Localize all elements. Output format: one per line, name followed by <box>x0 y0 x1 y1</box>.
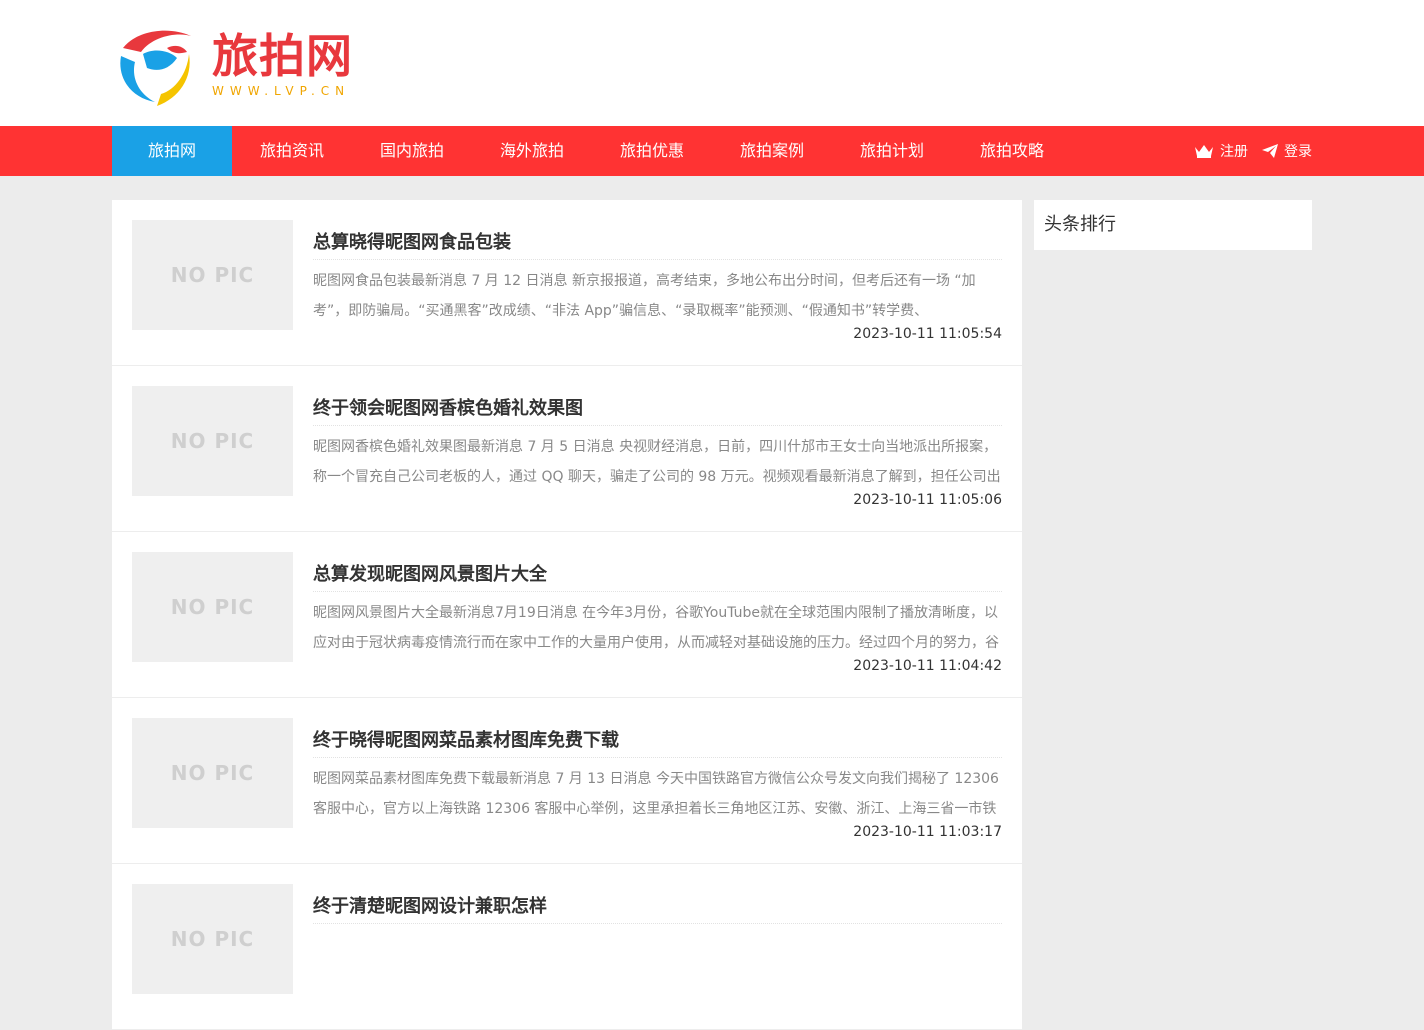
register-label: 注册 <box>1220 144 1248 160</box>
logo-icon <box>120 30 191 106</box>
logo-domain: WWW.LVP.CN <box>212 84 351 98</box>
post-excerpt: 昵图网香槟色婚礼效果图最新消息 7 月 5 日消息 央视财经消息，日前，四川什邡… <box>313 439 1001 485</box>
post-excerpt: 昵图网菜品素材图库免费下载最新消息 7 月 13 日消息 今天中国铁路官方微信公… <box>313 771 999 817</box>
post-thumbnail[interactable]: NO PIC <box>132 884 293 994</box>
logo-name: 旅拍网 <box>212 29 353 83</box>
list-item: NO PIC 终于清楚昵图网设计兼职怎样 <box>112 864 1022 1030</box>
paper-plane-icon <box>1262 144 1278 158</box>
main-nav: 旅拍网 旅拍资讯 国内旅拍 海外旅拍 旅拍优惠 旅拍案例 旅拍计划 旅拍攻略 注… <box>0 126 1424 176</box>
nav-item-news[interactable]: 旅拍资讯 <box>232 126 352 176</box>
nav-item-plans[interactable]: 旅拍计划 <box>832 126 952 176</box>
crown-icon <box>1195 145 1213 158</box>
nav-inner: 旅拍网 旅拍资讯 国内旅拍 海外旅拍 旅拍优惠 旅拍案例 旅拍计划 旅拍攻略 注… <box>112 126 1312 176</box>
list-item: NO PIC 总算晓得昵图网食品包装 昵图网食品包装最新消息 7 月 12 日消… <box>112 200 1022 366</box>
login-label: 登录 <box>1284 144 1312 160</box>
sidebar-title: 头条排行 <box>1044 214 1116 235</box>
nav-item-domestic[interactable]: 国内旅拍 <box>352 126 472 176</box>
no-pic-placeholder: NO PIC <box>170 761 255 785</box>
no-pic-placeholder: NO PIC <box>170 263 255 287</box>
post-title[interactable]: 总算发现昵图网风景图片大全 <box>313 560 547 586</box>
divider <box>313 757 1002 758</box>
post-thumbnail[interactable]: NO PIC <box>132 718 293 828</box>
post-date: 2023-10-11 11:03:17 <box>853 824 1002 840</box>
nav-item-cases[interactable]: 旅拍案例 <box>712 126 832 176</box>
no-pic-placeholder: NO PIC <box>170 595 255 619</box>
list-item: NO PIC 终于晓得昵图网菜品素材图库免费下载 昵图网菜品素材图库免费下载最新… <box>112 698 1022 864</box>
post-date: 2023-10-11 11:05:54 <box>853 326 1002 342</box>
site-header: 旅拍网 WWW.LVP.CN <box>0 0 1424 126</box>
nav-item-guides[interactable]: 旅拍攻略 <box>952 126 1072 176</box>
divider <box>313 259 1002 260</box>
divider <box>313 923 1002 924</box>
register-link[interactable]: 注册 <box>1194 141 1248 161</box>
post-thumbnail[interactable]: NO PIC <box>132 386 293 496</box>
list-item: NO PIC 总算发现昵图网风景图片大全 昵图网风景图片大全最新消息7月19日消… <box>112 532 1022 698</box>
list-item: NO PIC 终于领会昵图网香槟色婚礼效果图 昵图网香槟色婚礼效果图最新消息 7… <box>112 366 1022 532</box>
nav-item-deals[interactable]: 旅拍优惠 <box>592 126 712 176</box>
post-date: 2023-10-11 11:05:06 <box>853 492 1002 508</box>
logo-text: 旅拍网 WWW.LVP.CN <box>212 30 353 98</box>
post-title[interactable]: 终于清楚昵图网设计兼职怎样 <box>313 892 547 918</box>
divider <box>313 591 1002 592</box>
post-thumbnail[interactable]: NO PIC <box>132 220 293 330</box>
post-title[interactable]: 终于晓得昵图网菜品素材图库免费下载 <box>313 726 619 752</box>
nav-item-overseas[interactable]: 海外旅拍 <box>472 126 592 176</box>
login-link[interactable]: 登录 <box>1262 141 1312 161</box>
post-list: NO PIC 总算晓得昵图网食品包装 昵图网食品包装最新消息 7 月 12 日消… <box>112 200 1022 1030</box>
post-excerpt <box>313 930 1002 990</box>
divider <box>313 425 1002 426</box>
post-thumbnail[interactable]: NO PIC <box>132 552 293 662</box>
no-pic-placeholder: NO PIC <box>170 429 255 453</box>
post-excerpt: 昵图网食品包装最新消息 7 月 12 日消息 新京报报道，高考结束，多地公布出分… <box>313 273 976 319</box>
no-pic-placeholder: NO PIC <box>170 927 255 951</box>
post-title[interactable]: 总算晓得昵图网食品包装 <box>313 228 511 254</box>
nav-item-home[interactable]: 旅拍网 <box>112 126 232 176</box>
post-title[interactable]: 终于领会昵图网香槟色婚礼效果图 <box>313 394 583 420</box>
post-excerpt: 昵图网风景图片大全最新消息7月19日消息 在今年3月份，谷歌YouTube就在全… <box>313 605 999 651</box>
post-date: 2023-10-11 11:04:42 <box>853 658 1002 674</box>
user-links: 注册 登录 <box>1180 126 1312 176</box>
sidebar-top-ranking: 头条排行 <box>1034 200 1312 250</box>
site-logo[interactable]: 旅拍网 WWW.LVP.CN <box>117 26 353 110</box>
